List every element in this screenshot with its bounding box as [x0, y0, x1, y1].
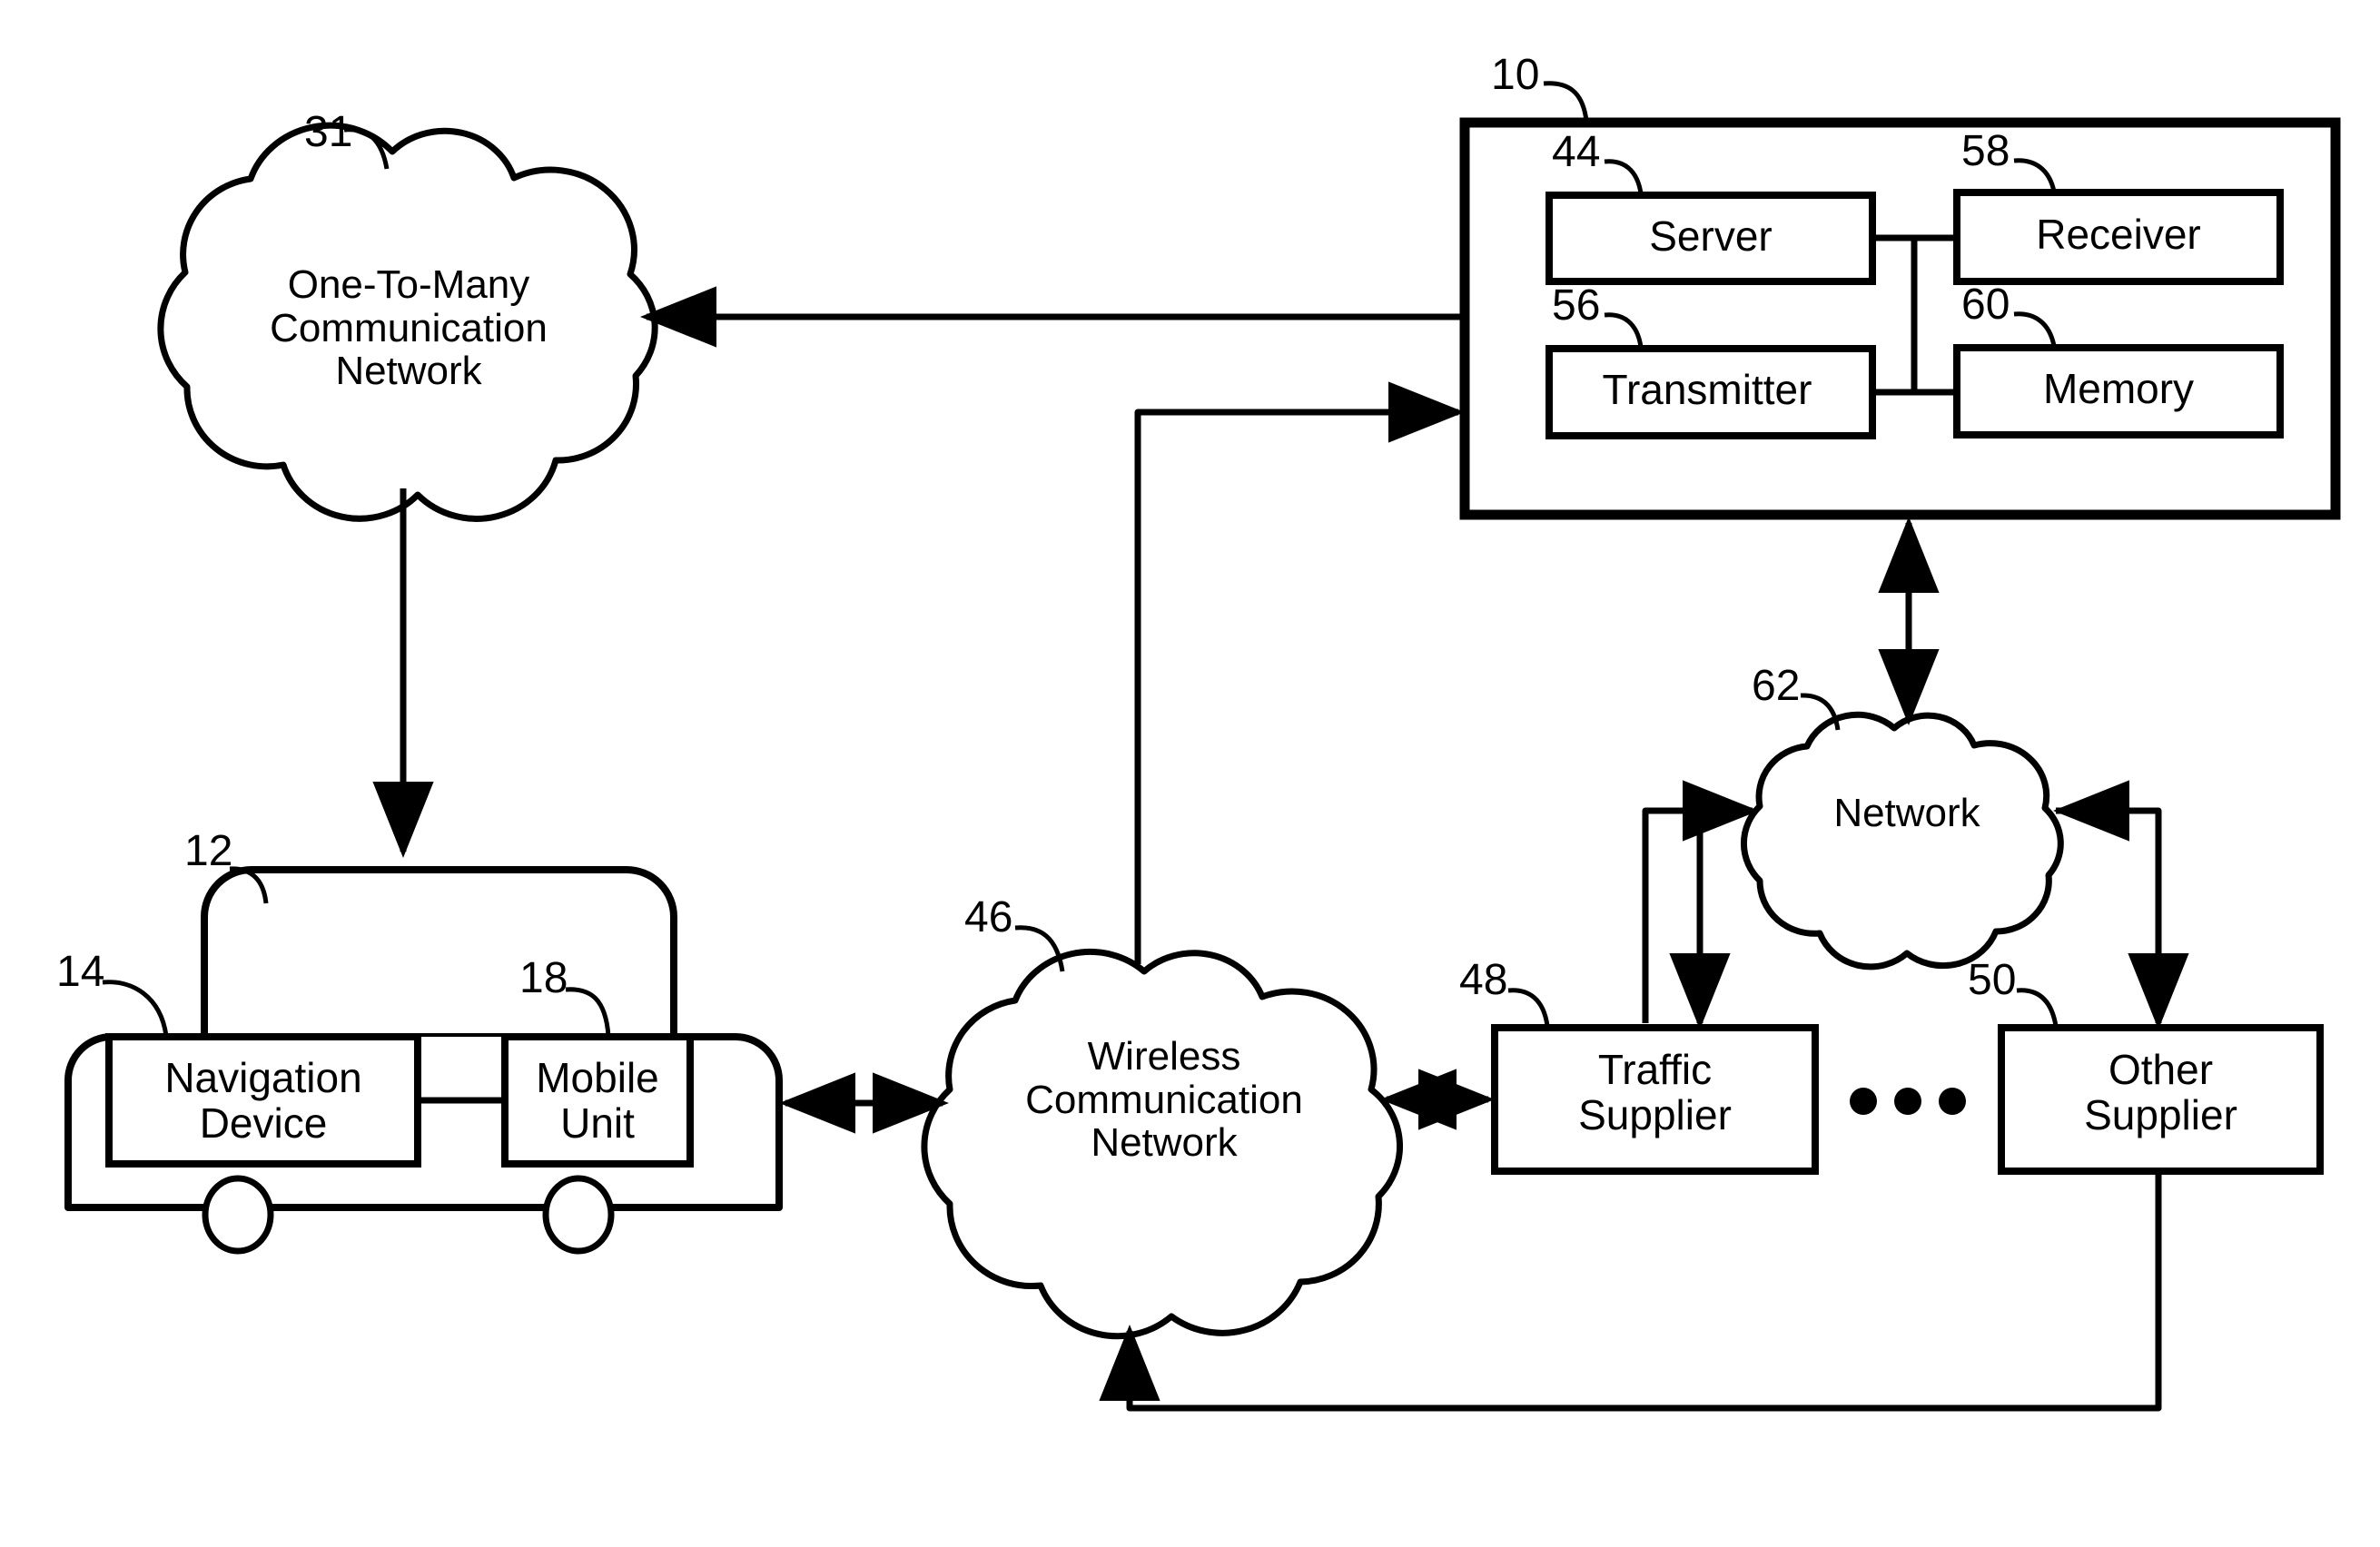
vehicle-wheel-front: [202, 1175, 274, 1255]
network-cloud-shape: [1741, 711, 2064, 971]
receiver-box[interactable]: [1953, 189, 2284, 285]
ref-leader-10: [1543, 81, 1589, 122]
system-box-10: [1459, 117, 2341, 520]
memory-box[interactable]: [1953, 344, 2284, 438]
traffic-supplier-box[interactable]: [1491, 1024, 1819, 1175]
wireless-cloud-shape: [921, 948, 1404, 1340]
mobile-unit-box[interactable]: [501, 1033, 694, 1168]
supplier-ellipsis-dots: [1850, 1088, 1966, 1115]
one-to-many-cloud-shape: [157, 122, 658, 522]
transmitter-box[interactable]: [1546, 345, 1876, 439]
vehicle-wheel-rear: [542, 1175, 615, 1255]
ref-leader-48: [1507, 988, 1550, 1027]
ref-leader-14: [102, 980, 169, 1037]
server-box[interactable]: [1546, 192, 1876, 285]
figure-canvas: One-To-Many Communication Network 31 12 …: [0, 0, 2380, 1547]
arrow-wireless-to-system: [1134, 381, 1465, 964]
arrow-network-to-other-supplier: [2056, 807, 2189, 1030]
ref-leader-50: [2016, 988, 2059, 1027]
navigation-device-box[interactable]: [105, 1033, 421, 1168]
diagram-svg: [64, 81, 2341, 1412]
other-supplier-box[interactable]: [1998, 1024, 2324, 1175]
